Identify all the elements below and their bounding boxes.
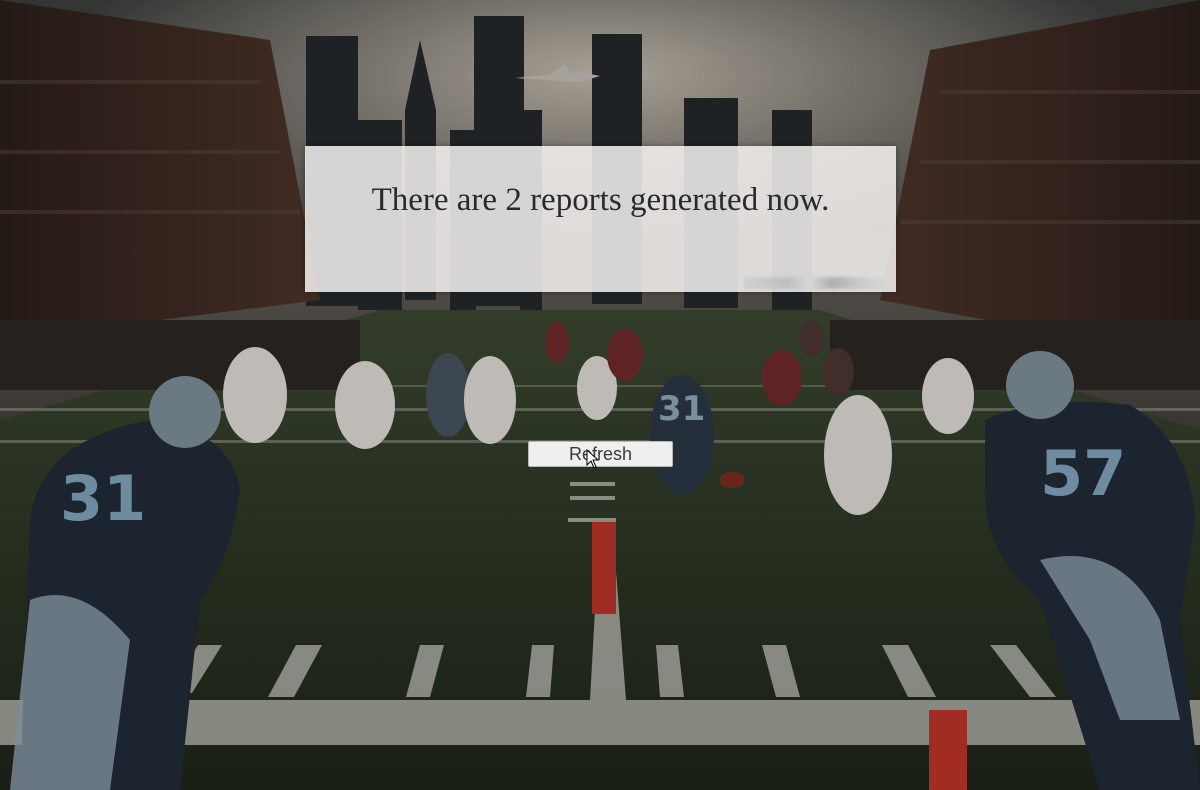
- mouse-cursor-icon: [586, 449, 600, 469]
- report-panel: There are 2 reports generated now.: [305, 146, 896, 292]
- report-message: There are 2 reports generated now.: [371, 182, 830, 218]
- blurred-footer-text: [744, 277, 890, 289]
- stadium-background: 31 31 57: [0, 0, 1200, 790]
- refresh-button[interactable]: Refresh: [528, 441, 673, 467]
